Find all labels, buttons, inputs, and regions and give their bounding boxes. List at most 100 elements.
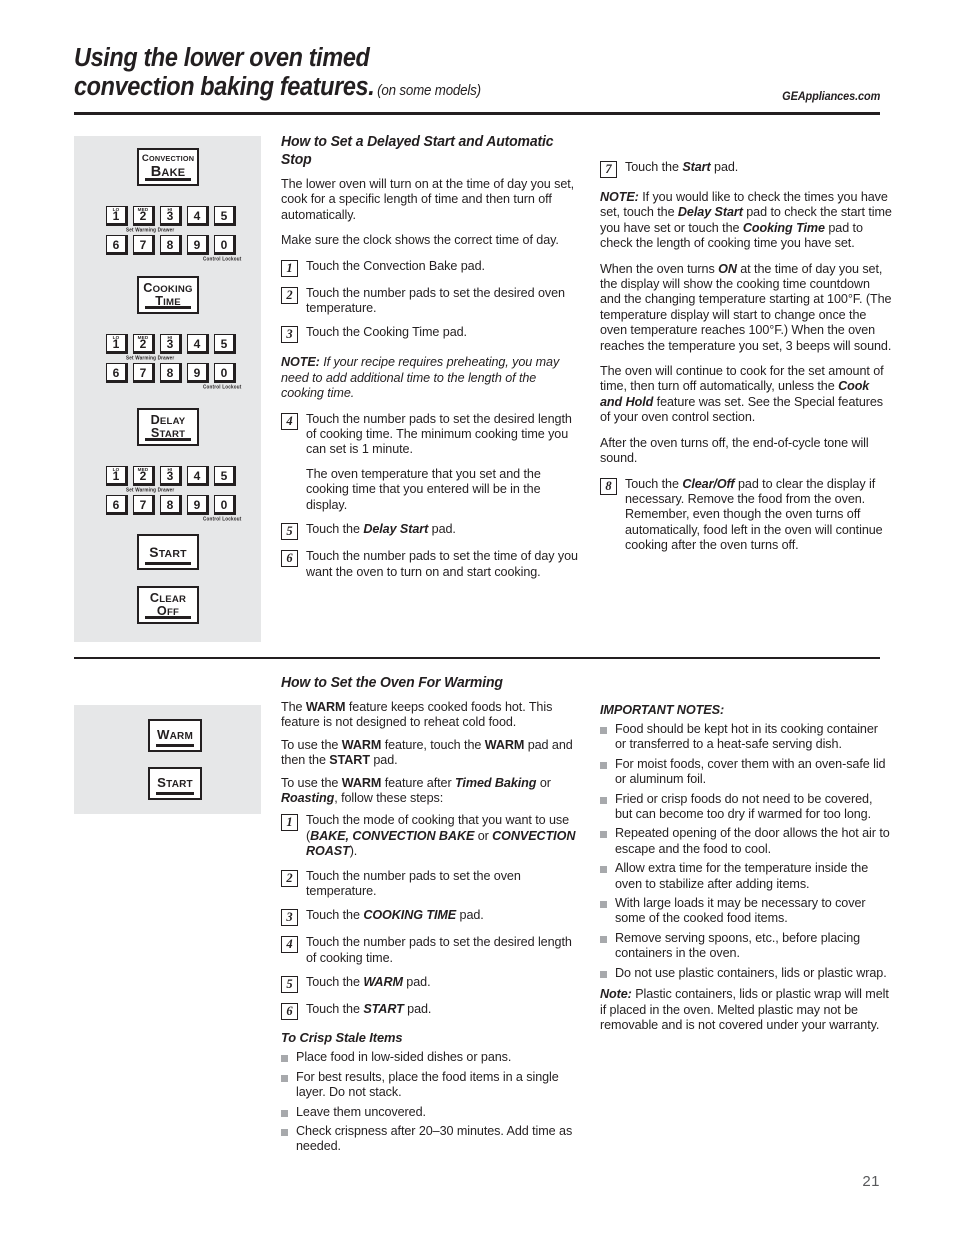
key-3[interactable]: HI 3: [160, 466, 182, 486]
key-0[interactable]: 0: [214, 235, 236, 255]
delayed-start-right-column: 7 Touch the Start pad. NOTE: If you woul…: [600, 160, 892, 563]
keypad-1[interactable]: LO 1 MED 2 HI 3 4 5 Set Warming Drawer 6 7 …: [106, 206, 242, 262]
pad-indicator-bar: [156, 792, 194, 795]
keypad-2[interactable]: LO 1 MED 2 HI 3 4 5 Set Warming Drawer 6 7 …: [106, 334, 241, 390]
key-8[interactable]: 8: [160, 363, 182, 383]
website-link[interactable]: GEAppliances.com: [782, 91, 880, 106]
delayed-start-note-1: NOTE: If your recipe requires preheating…: [281, 355, 560, 401]
warming-final-note: Note: Plastic containers, lids or plasti…: [600, 987, 889, 1032]
pad-start-label: START: [149, 543, 187, 560]
key-4[interactable]: 4: [187, 206, 209, 226]
key-7[interactable]: 7: [133, 495, 155, 515]
feature-warm: WARM: [305, 700, 346, 714]
warming-paragraph-1: The WARM feature keeps cooked foods hot.…: [281, 700, 553, 730]
page-title-line2: convection baking features: [74, 73, 369, 101]
step-number: 6: [281, 550, 298, 568]
key-5[interactable]: 5: [214, 334, 236, 354]
pad-indicator-bar: [156, 744, 194, 747]
step-text: Touch the Convection Bake pad.: [306, 258, 485, 273]
step-text: Touch the number pads to set the time of…: [306, 549, 578, 579]
list-item: Repeated opening of the door allows the …: [600, 826, 892, 857]
step-number: 4: [281, 412, 298, 430]
pad-start-label: START: [157, 775, 193, 791]
pad-delay-start[interactable]: DELAY START: [137, 408, 199, 446]
control-panel-graphic-top: CONVECTION BAKE LO 1 MED 2 HI 3 4 5 Set War…: [74, 136, 261, 642]
key-3[interactable]: HI 3: [160, 206, 182, 226]
key-9[interactable]: 9: [187, 235, 209, 255]
step-number: 6: [281, 1003, 298, 1021]
key-8[interactable]: 8: [160, 495, 182, 515]
key-7[interactable]: 7: [133, 363, 155, 383]
key-5[interactable]: 5: [214, 466, 236, 486]
step-text: Touch the Cooking Time pad.: [306, 325, 467, 340]
delayed-start-intro-1: The lower oven will turn on at the time …: [281, 177, 575, 222]
pad-name-warm: WARM: [484, 737, 525, 752]
key-9[interactable]: 9: [187, 495, 209, 515]
step-item: 2 Touch the number pads to set the oven …: [281, 869, 581, 900]
key-1[interactable]: LO 1: [106, 334, 128, 354]
key-6[interactable]: 6: [106, 495, 128, 515]
pad-warm[interactable]: WARM: [148, 719, 202, 752]
pad-name-cooking-time: Cooking Time: [742, 220, 825, 235]
key-7[interactable]: 7: [133, 235, 155, 255]
key-4[interactable]: 4: [187, 466, 209, 486]
list-item: Fried or crisp foods do not need to be c…: [600, 792, 892, 823]
key-3-mini-label: HI: [167, 207, 173, 212]
key-9[interactable]: 9: [187, 363, 209, 383]
pad-indicator-bar: [145, 562, 191, 565]
list-item: Food should be kept hot in its cooking c…: [600, 722, 892, 753]
key-2[interactable]: MED 2: [133, 334, 155, 354]
pad-clear-off-line1: CLEAR: [149, 590, 187, 605]
list-item: Leave them uncovered.: [281, 1105, 581, 1120]
state-on: ON: [718, 261, 737, 276]
pad-cooking-time[interactable]: COOKING TIME: [137, 276, 199, 314]
step-number: 1: [281, 259, 298, 277]
step-item: 3 Touch the Cooking Time pad.: [281, 325, 581, 344]
key-1[interactable]: LO 1: [106, 206, 128, 226]
note-label: NOTE:: [281, 355, 320, 370]
key-6[interactable]: 6: [106, 235, 128, 255]
key-0[interactable]: 0: [214, 363, 236, 383]
warming-paragraph-3: To use the WARM feature after Timed Baki…: [281, 775, 551, 806]
step-item: 7 Touch the Start pad.: [600, 160, 892, 178]
caption-control-lockout: Control Lockout: [203, 256, 242, 262]
key-3[interactable]: HI 3: [160, 334, 182, 354]
feature-roasting: Roasting: [281, 791, 335, 806]
pad-cooking-time-line1: COOKING: [143, 280, 193, 295]
keypad-3[interactable]: LO 1 MED 2 HI 3 4 5 Set Warming Drawer 6 7 …: [106, 466, 242, 522]
pad-clear-off[interactable]: CLEAR OFF: [137, 586, 199, 624]
feature-warm: WARM: [341, 775, 382, 790]
key-2-mini-label: MED: [137, 207, 149, 212]
step-text: Touch the COOKING TIME pad.: [306, 908, 484, 923]
section-heading-delayed-start: How to Set a Delayed Start and Automatic…: [281, 134, 554, 168]
step-item: 4 Touch the number pads to set the desir…: [281, 935, 581, 966]
pad-convection-bake-line1: CONVECTION: [141, 152, 195, 164]
step-text: Touch the number pads to set the desired…: [306, 935, 572, 965]
pad-name-cooking-time: COOKING TIME: [363, 908, 457, 923]
key-5[interactable]: 5: [214, 206, 236, 226]
caption-set-warming-drawer: Set Warming Drawer: [126, 355, 175, 361]
pad-start[interactable]: START: [148, 767, 202, 800]
section-heading-warming: How to Set the Oven For Warming: [281, 675, 503, 691]
heading-important-notes: IMPORTANT NOTES:: [600, 703, 725, 717]
pad-start[interactable]: START: [137, 534, 199, 570]
caption-control-lockout: Control Lockout: [203, 516, 242, 522]
crisp-bullet-list: Place food in low-sided dishes or pans. …: [281, 1050, 581, 1154]
key-8[interactable]: 8: [160, 235, 182, 255]
pad-name-delay-start: Delay Start: [363, 522, 429, 537]
important-notes-list: Food should be kept hot in its cooking c…: [600, 722, 892, 981]
key-2[interactable]: MED 2: [133, 466, 155, 486]
key-0[interactable]: 0: [214, 495, 236, 515]
warming-middle-column: How to Set the Oven For Warming The WARM…: [281, 674, 581, 1159]
key-2[interactable]: MED 2: [133, 206, 155, 226]
key-4[interactable]: 4: [187, 334, 209, 354]
step-item: 2 Touch the number pads to set the desir…: [281, 286, 581, 317]
models-note: (on some models): [377, 83, 481, 99]
step-text: Touch the number pads to set the desired…: [306, 285, 565, 316]
key-1[interactable]: LO 1: [106, 466, 128, 486]
list-item: Allow extra time for the temperature ins…: [600, 861, 892, 892]
key-6[interactable]: 6: [106, 363, 128, 383]
pad-convection-bake[interactable]: CONVECTION BAKE: [137, 148, 199, 186]
pad-warm-label: WARM: [156, 727, 194, 743]
pad-name-warm: WARM: [363, 975, 403, 990]
